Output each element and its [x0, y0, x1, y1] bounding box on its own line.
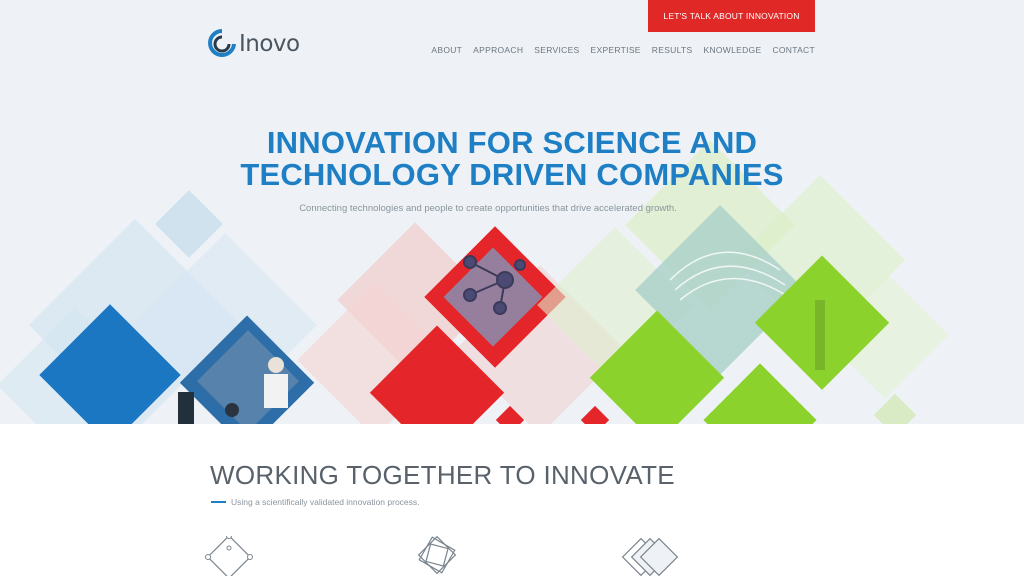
hero-title-line-2: TECHNOLOGY DRIVEN COMPANIES	[240, 157, 784, 192]
hero-subtitle: Connecting technologies and people to cr…	[299, 203, 677, 214]
section-subtitle: Using a scientifically validated innovat…	[231, 497, 420, 507]
diamond-layers-icon	[417, 536, 457, 575]
hero-title-line-1: INNOVATION FOR SCIENCE AND	[266, 125, 758, 160]
working-together-section	[0, 424, 1024, 574]
section-title: WORKING TOGETHER TO INNOVATE	[210, 460, 675, 490]
hero-section: LET'S TALK ABOUT INNOVATION Inovo ABOUT …	[0, 0, 1024, 424]
section-subtitle-row: Using a scientifically validated innovat…	[211, 497, 420, 507]
diamond-network-icon	[205, 536, 253, 576]
hero-title: INNOVATION FOR SCIENCE AND TECHNOLOGY DR…	[24, 127, 1000, 191]
diamond-stack-icon	[621, 537, 679, 576]
accent-bar	[211, 501, 226, 503]
